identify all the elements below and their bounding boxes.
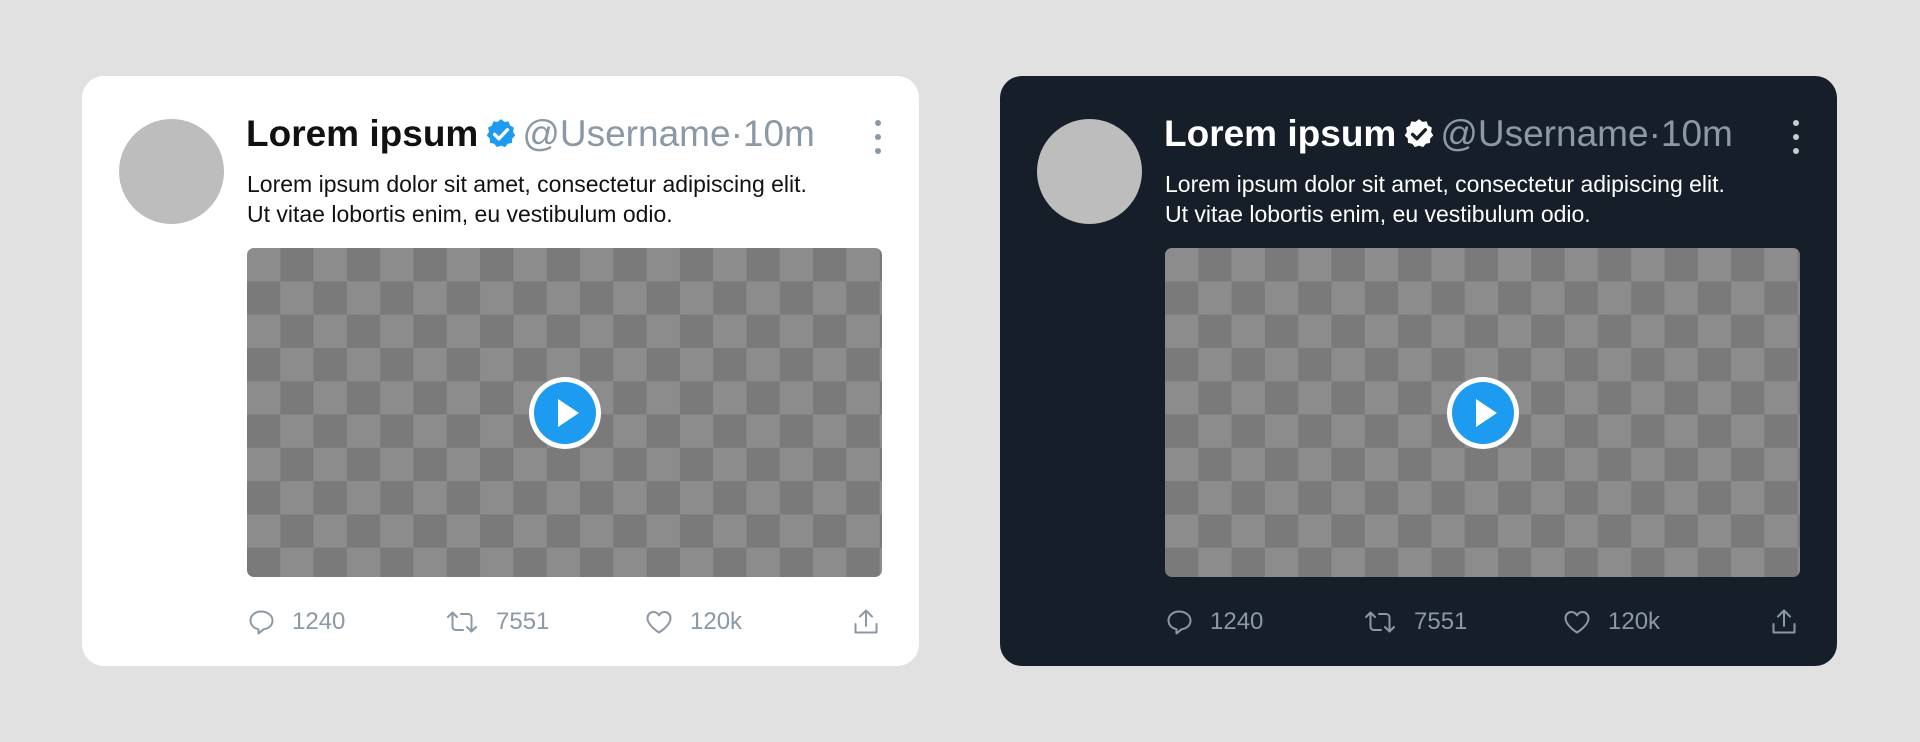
heart-icon <box>646 611 672 634</box>
tweet-card-dark: Lorem ipsum @Username · 10m Lorem ipsum … <box>1000 76 1837 666</box>
share-button[interactable] <box>852 604 880 640</box>
more-options-icon[interactable] <box>1791 120 1801 154</box>
retweet-button[interactable]: 7551 <box>1363 604 1467 640</box>
verified-badge-icon <box>1402 117 1436 151</box>
tweet-text: Lorem ipsum dolor sit amet, consectetur … <box>247 169 887 229</box>
tweet-text-line-2: Ut vitae lobortis enim, eu vestibulum od… <box>247 201 673 227</box>
timestamp[interactable]: 10m <box>1661 115 1733 152</box>
tweet-text: Lorem ipsum dolor sit amet, consectetur … <box>1165 169 1805 229</box>
tweet-header: Lorem ipsum @Username · 10m <box>246 115 815 152</box>
tweet-actions: 1240 7551 120k <box>247 604 887 640</box>
tweet-text-line-2: Ut vitae lobortis enim, eu vestibulum od… <box>1165 201 1591 227</box>
more-options-icon[interactable] <box>873 120 883 154</box>
timestamp[interactable]: 10m <box>743 115 815 152</box>
retweet-button[interactable]: 7551 <box>445 604 549 640</box>
video-thumbnail[interactable] <box>1165 248 1800 577</box>
reply-button[interactable]: 1240 <box>247 604 345 640</box>
avatar[interactable] <box>1037 119 1142 224</box>
separator: · <box>1648 113 1661 154</box>
reply-count: 1240 <box>1210 608 1264 635</box>
verified-badge-icon <box>484 117 518 151</box>
play-icon <box>533 381 596 444</box>
share-icon <box>1772 609 1796 634</box>
tweet-header: Lorem ipsum @Username · 10m <box>1164 115 1733 152</box>
separator: · <box>730 113 743 154</box>
play-button[interactable] <box>1446 376 1519 449</box>
like-button[interactable]: 120k <box>645 604 742 640</box>
avatar[interactable] <box>119 119 224 224</box>
retweet-icon <box>447 611 477 633</box>
like-count: 120k <box>1608 608 1661 635</box>
tweet-actions: 1240 7551 120k <box>1165 604 1805 640</box>
reply-count: 1240 <box>292 608 346 635</box>
play-icon <box>1451 381 1514 444</box>
heart-icon <box>1564 611 1590 634</box>
handle[interactable]: @Username <box>522 115 730 152</box>
play-button[interactable] <box>528 376 601 449</box>
display-name[interactable]: Lorem ipsum <box>246 115 478 152</box>
handle[interactable]: @Username <box>1440 115 1648 152</box>
tweet-card-light: Lorem ipsum @Username · 10m Lorem ipsum … <box>82 76 919 666</box>
like-count: 120k <box>690 608 743 635</box>
display-name[interactable]: Lorem ipsum <box>1164 115 1396 152</box>
retweet-count: 7551 <box>496 608 550 635</box>
like-button[interactable]: 120k <box>1563 604 1660 640</box>
reply-icon <box>1167 610 1192 635</box>
tweet-text-line-1: Lorem ipsum dolor sit amet, consectetur … <box>1165 171 1725 197</box>
share-button[interactable] <box>1770 604 1798 640</box>
retweet-icon <box>1365 611 1395 633</box>
retweet-count: 7551 <box>1414 608 1468 635</box>
reply-button[interactable]: 1240 <box>1165 604 1263 640</box>
tweet-text-line-1: Lorem ipsum dolor sit amet, consectetur … <box>247 171 807 197</box>
share-icon <box>854 609 878 634</box>
video-thumbnail[interactable] <box>247 248 882 577</box>
reply-icon <box>249 610 274 635</box>
